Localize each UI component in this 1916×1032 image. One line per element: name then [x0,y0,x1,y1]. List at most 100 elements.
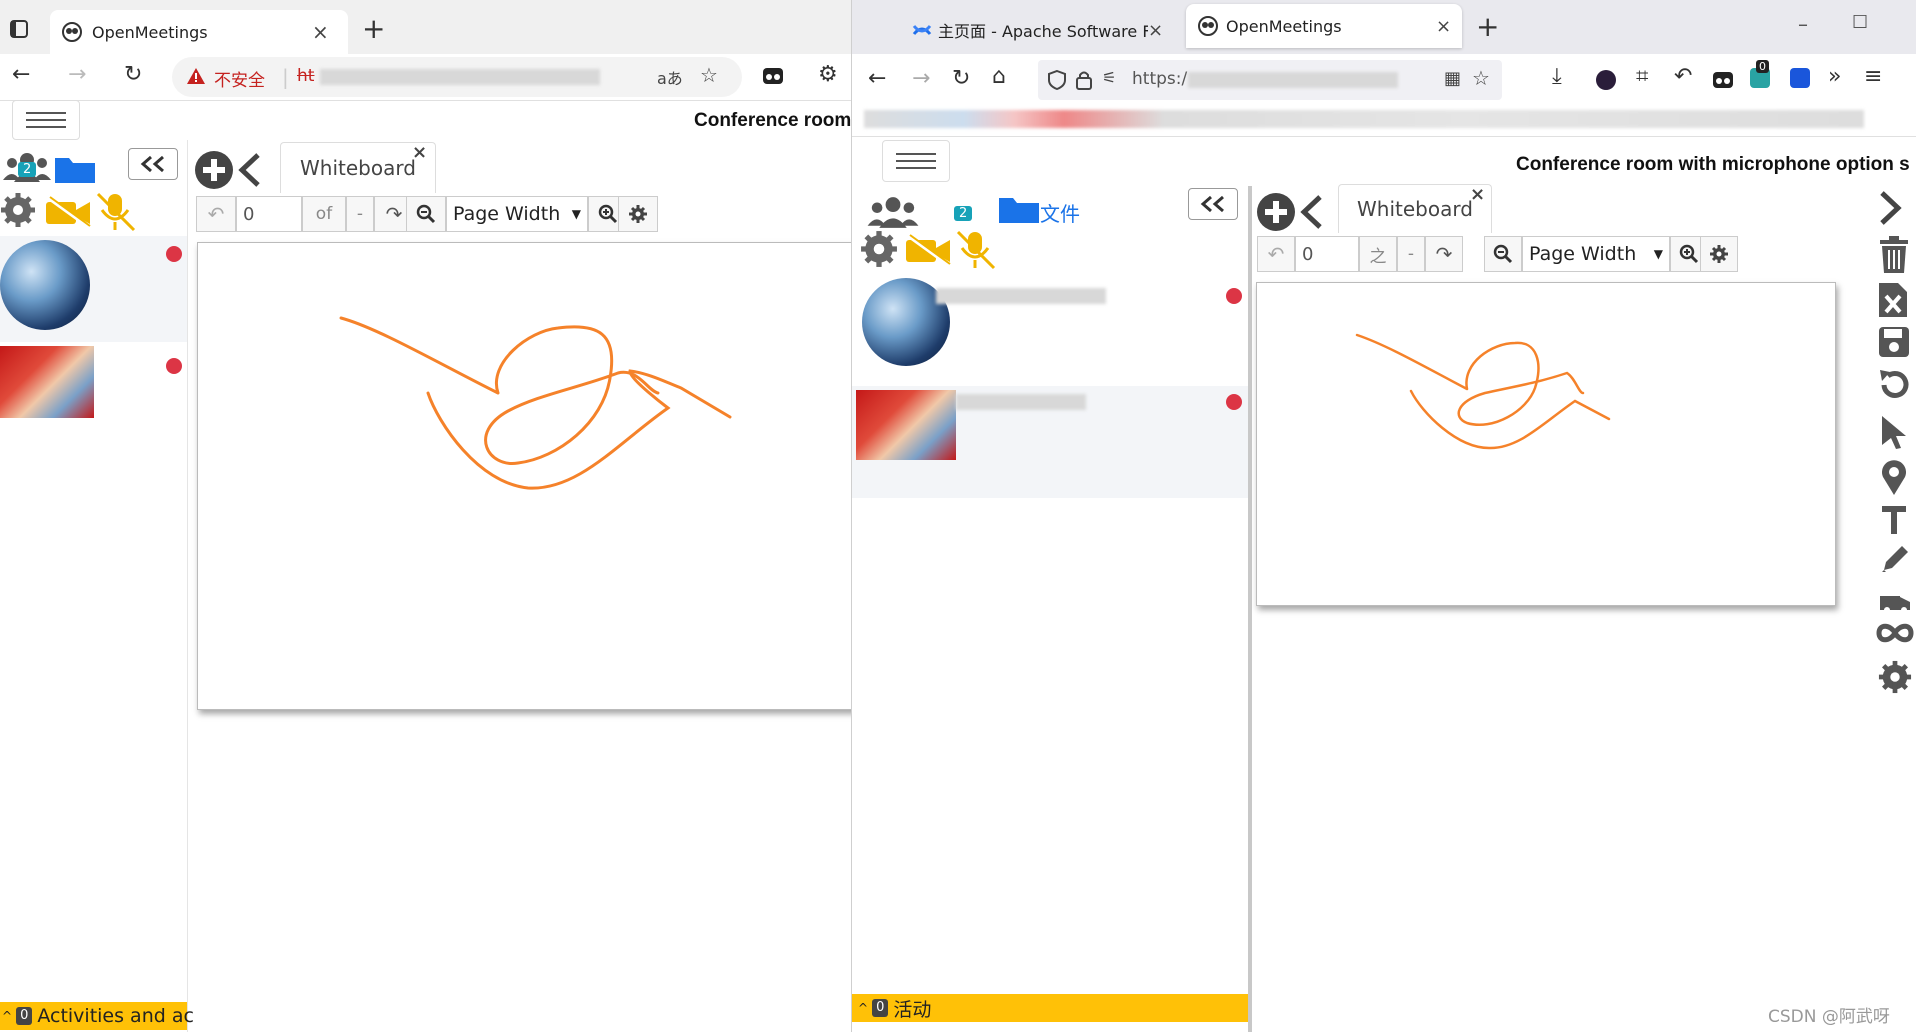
users-icon[interactable] [866,194,920,230]
infinity-icon[interactable] [1876,622,1914,644]
save-icon[interactable] [1878,326,1910,358]
chevron-left-icon[interactable] [1298,194,1324,230]
back-icon[interactable]: ← [868,68,886,90]
reload-icon[interactable]: ↻ [124,64,142,86]
undo-button[interactable]: ↶ [1257,236,1295,272]
sidebar-toggle-icon[interactable] [10,20,28,38]
shield-icon [1048,70,1066,90]
address-bar[interactable]: ⚟ https:/ ▦ ☆ [1038,60,1502,100]
crop-icon[interactable]: ⌗ [1636,66,1648,88]
permissions-icon[interactable]: ⚟ [1102,68,1116,87]
user-row[interactable] [0,346,187,422]
tab-apache[interactable]: 主页面 - Apache Software Fo × [902,8,1168,52]
page-of-label: 之 [1359,236,1397,272]
chevron-left-icon[interactable] [236,152,262,188]
gear-icon[interactable] [1878,660,1912,694]
status-dot [1226,288,1242,304]
user-row[interactable] [852,278,1248,378]
new-tab-button[interactable]: + [362,12,385,45]
extension-icon[interactable] [1712,70,1734,90]
tab-whiteboard[interactable]: Whiteboard [1338,184,1492,233]
user-row[interactable] [852,386,1248,498]
address-bar[interactable]: 不安全 | ht aあ ☆ [172,57,742,97]
qr-icon[interactable]: ▦ [1444,68,1461,89]
zoom-in-icon [598,204,618,224]
zoom-select[interactable]: Page Width ▼ [1522,236,1670,272]
minimize-button[interactable]: – [1798,12,1808,36]
overflow-icon[interactable]: » [1828,66,1841,88]
folder-icon[interactable] [54,154,96,184]
page-input[interactable]: 0 [236,196,302,232]
back-icon[interactable]: ← [12,64,30,86]
redo-button[interactable]: ↷ [1425,236,1463,272]
collapse-panel-button[interactable] [128,148,178,180]
forward-icon[interactable]: → [912,68,930,90]
plus-icon[interactable] [194,150,234,190]
close-tab-button[interactable]: × [1436,16,1451,37]
menu-button[interactable] [12,100,80,140]
pointer-icon[interactable] [1880,414,1908,450]
user-row[interactable] [0,236,187,342]
close-whiteboard-button[interactable]: × [412,142,427,163]
page-input[interactable]: 0 [1295,236,1359,272]
forward-icon[interactable]: → [68,64,86,86]
openmeetings-logo-icon [62,22,82,42]
folder-icon[interactable] [998,194,1040,224]
new-tab-button[interactable]: + [1476,10,1499,43]
tab-openmeetings[interactable]: OpenMeetings × [1186,4,1462,48]
whiteboard-canvas[interactable] [197,242,851,710]
close-tab-button[interactable]: × [312,20,329,44]
zoom-select[interactable]: Page Width ▼ [446,196,588,232]
collapse-panel-button[interactable] [1188,188,1238,220]
camera-off-icon[interactable] [44,196,92,228]
maximize-button[interactable]: ☐ [1852,12,1868,33]
extension-icon[interactable] [1596,70,1616,90]
pen-icon[interactable] [1880,542,1912,574]
plus-icon[interactable] [1256,192,1296,232]
tab-strip: OpenMeetings × + [0,0,851,54]
puzzle-icon[interactable]: ⚙ [818,64,838,86]
mic-off-icon[interactable] [94,192,140,232]
pin-icon[interactable] [1880,458,1908,496]
tab-openmeetings[interactable]: OpenMeetings × [50,10,348,54]
whiteboard-canvas[interactable] [1256,282,1836,606]
files-label[interactable]: 文件 [1040,198,1080,227]
mic-off-icon[interactable] [954,230,1000,270]
favorite-icon[interactable]: ☆ [700,63,718,87]
settings-button[interactable] [618,196,658,232]
favorite-icon[interactable]: ☆ [1472,66,1490,90]
chevron-up-icon: ^ [858,1001,869,1015]
text-icon[interactable] [1880,504,1908,536]
gear-icon[interactable] [0,192,36,228]
settings-button[interactable] [1700,236,1738,272]
camera-off-icon[interactable] [904,234,952,266]
activities-bar[interactable]: ^ 0 活动 [852,994,1248,1022]
extension-icon[interactable] [762,66,784,86]
translate-icon[interactable]: aあ [657,65,683,89]
zoom-out-button[interactable] [1484,236,1522,272]
trash-icon[interactable] [1878,236,1910,274]
undo-icon[interactable]: ↶ [1674,66,1692,88]
activities-bar[interactable]: ^ 0 Activities and ac [0,1002,194,1030]
reload-icon[interactable]: ↻ [952,68,970,90]
close-whiteboard-button[interactable]: × [1470,184,1485,205]
app-menu-icon[interactable]: ≡ [1864,66,1882,88]
shapes-icon[interactable] [1878,590,1912,612]
gear-icon[interactable] [860,230,898,268]
excel-icon[interactable] [1878,282,1908,318]
download-manager-icon[interactable] [1790,68,1810,88]
download-icon[interactable]: ⤓ [1552,66,1562,88]
divider: | [282,65,289,89]
reload-icon[interactable] [1878,368,1912,402]
close-tab-button[interactable]: × [1148,20,1163,41]
bookmarks-bar [864,106,1874,134]
drawing-stroke [339,316,732,490]
zoom-toolbar: Page Width ▼ [406,196,628,232]
home-icon[interactable]: ⌂ [992,66,1006,88]
menu-button[interactable] [882,140,950,182]
undo-button[interactable]: ↶ [196,196,236,232]
zoom-out-button[interactable] [406,196,446,232]
zoom-in-icon [1679,244,1699,264]
chevron-up-icon: ^ [2,1009,13,1023]
chevron-right-icon[interactable] [1878,190,1904,226]
